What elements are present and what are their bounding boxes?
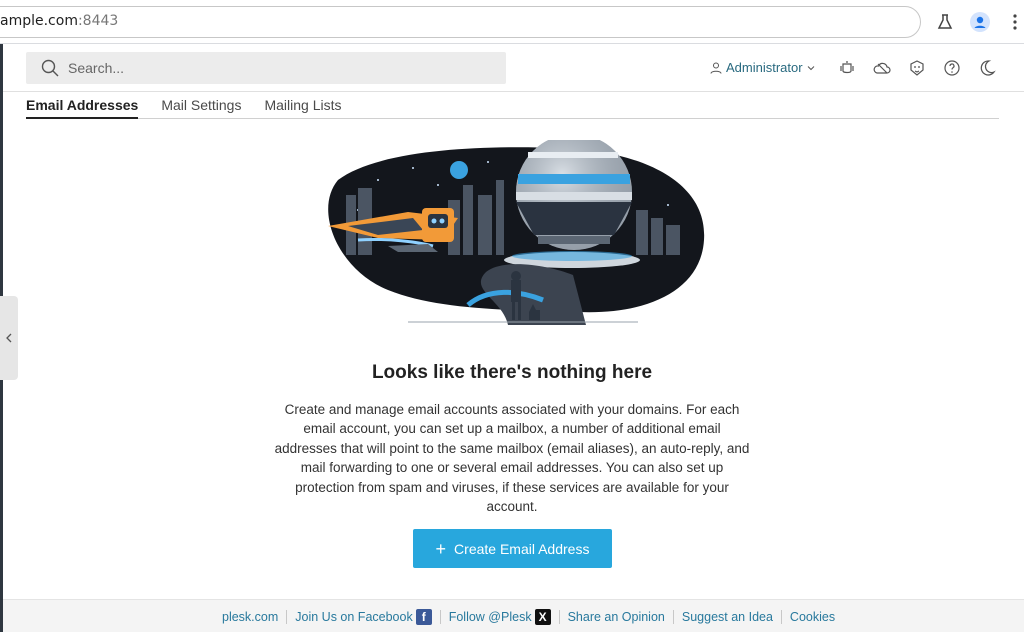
footer-link-plesk[interactable]: plesk.com <box>222 610 278 624</box>
create-email-address-button[interactable]: + Create Email Address <box>413 529 612 568</box>
create-email-address-label: Create Email Address <box>454 540 590 557</box>
empty-state-description: Create and manage email accounts associa… <box>274 402 750 515</box>
footer-link-idea[interactable]: Suggest an Idea <box>682 610 773 624</box>
footer-separator <box>780 610 782 624</box>
footer-separator <box>672 610 674 624</box>
tab-bar: Email Addresses Mail Settings Mailing Li… <box>26 92 999 119</box>
browser-toolbar: ample.com:8443 <box>0 0 1024 44</box>
app-header: Search... Administrator <box>3 44 1024 92</box>
footer-link-cookies[interactable]: Cookies <box>790 610 835 624</box>
notifications-icon[interactable] <box>837 58 857 78</box>
chevron-left-icon <box>6 333 12 343</box>
address-bar[interactable] <box>0 6 921 38</box>
cloud-icon[interactable] <box>872 58 892 78</box>
footer-link-opinion[interactable]: Share an Opinion <box>568 610 665 624</box>
empty-state-illustration <box>328 140 705 325</box>
x-icon[interactable]: X <box>534 609 551 625</box>
footer-link-facebook[interactable]: Join Us on Facebook <box>295 610 412 624</box>
tab-mail-settings[interactable]: Mail Settings <box>161 92 241 119</box>
footer: plesk.com Join Us on Facebook f Follow @… <box>3 599 1024 632</box>
search-icon <box>32 59 68 77</box>
search-placeholder: Search... <box>68 60 125 76</box>
more-vert-icon[interactable] <box>1005 12 1024 32</box>
footer-link-x[interactable]: Follow @Plesk <box>449 610 532 624</box>
facebook-icon[interactable]: f <box>415 609 432 625</box>
chevron-down-icon <box>807 65 814 70</box>
footer-separator <box>558 610 560 624</box>
dark-mode-icon[interactable] <box>977 58 997 78</box>
footer-separator <box>286 610 288 624</box>
footer-separator <box>439 610 441 624</box>
help-icon[interactable] <box>942 58 962 78</box>
plus-icon: + <box>435 538 447 559</box>
tab-email-addresses[interactable]: Email Addresses <box>26 92 139 119</box>
user-name: Administrator <box>726 60 803 75</box>
flask-icon[interactable] <box>935 12 955 32</box>
empty-state-title: Looks like there's nothing here <box>371 362 653 383</box>
search-input[interactable]: Search... <box>26 52 506 84</box>
extensions-icon[interactable] <box>907 58 927 78</box>
profile-icon[interactable] <box>970 12 990 32</box>
tab-mailing-lists[interactable]: Mailing Lists <box>264 92 341 119</box>
sidebar-expand-handle[interactable] <box>0 296 18 380</box>
user-icon <box>710 62 722 74</box>
address-bar-url[interactable]: ample.com:8443 <box>0 13 118 29</box>
user-menu[interactable]: Administrator <box>710 60 815 75</box>
